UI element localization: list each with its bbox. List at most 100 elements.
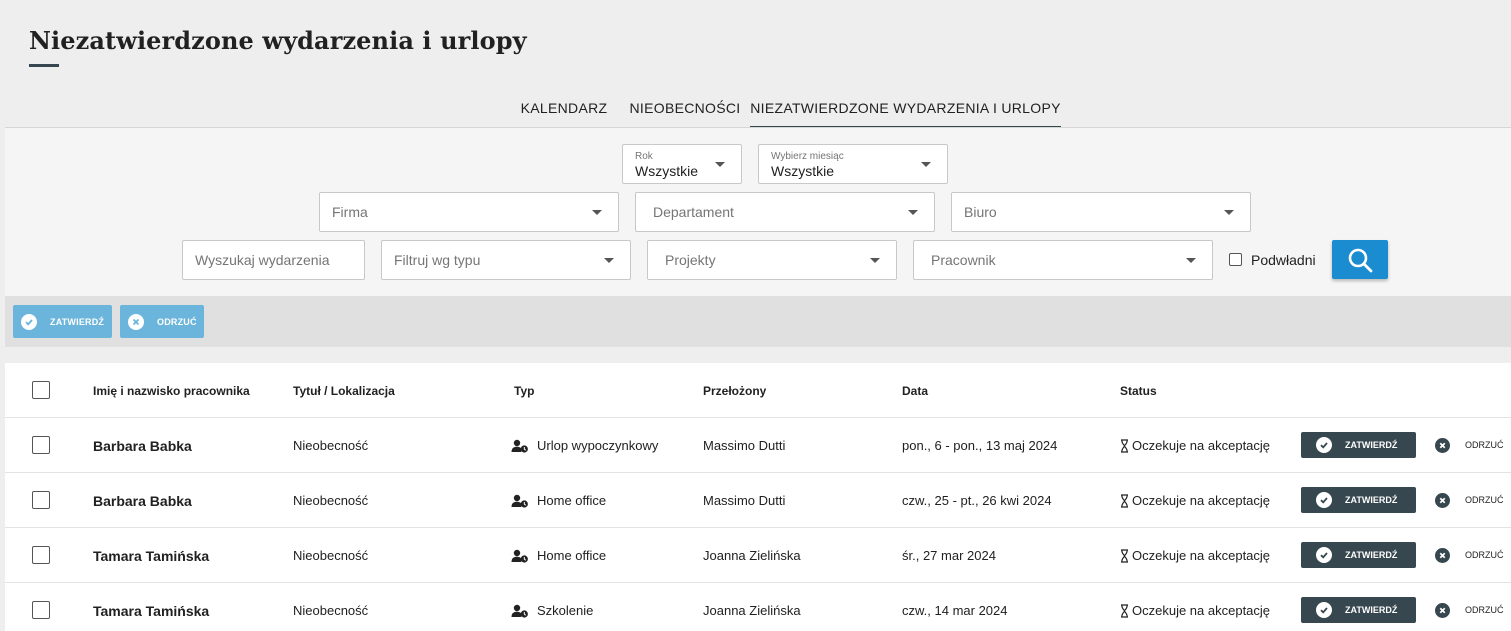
month-select-label: Wybierz miesiąc	[771, 151, 844, 162]
header-name[interactable]: Imię i nazwisko pracownika	[93, 363, 250, 418]
hourglass-icon	[1120, 548, 1129, 563]
year-select-label: Rok	[635, 151, 653, 162]
row-checkbox[interactable]	[32, 601, 50, 619]
year-select-value: Wszystkie	[635, 163, 698, 179]
user-clock-icon	[511, 494, 529, 508]
tab-bar: KALENDARZ NIEOBECNOŚCI NIEZATWIERDZONE W…	[0, 90, 1511, 128]
approve-label: ZATWIERDŹ	[1345, 495, 1398, 505]
event-type: Urlop wypoczynkowy	[537, 438, 659, 453]
table-header-row: Imię i nazwisko pracownika Tytuł / Lokal…	[5, 363, 1511, 418]
page-title: Niezatwierdzone wydarzenia i urlopy	[29, 26, 527, 55]
check-circle-icon	[21, 313, 37, 330]
row-checkbox[interactable]	[32, 546, 50, 564]
status-text: Oczekuje na akceptację	[1132, 603, 1271, 618]
status-text: Oczekuje na akceptację	[1132, 548, 1271, 563]
month-select[interactable]: Wybierz miesiąc Wszystkie	[758, 144, 948, 184]
employee-name: Barbara Babka	[93, 492, 192, 509]
reject-label: ODRZUĆ	[1465, 495, 1504, 505]
approve-label: ZATWIERDŹ	[1345, 550, 1398, 560]
department-select[interactable]: Departament	[635, 192, 935, 232]
header-date[interactable]: Data	[902, 363, 928, 418]
close-circle-icon	[1435, 492, 1450, 508]
hourglass-icon	[1120, 603, 1129, 618]
title-underline	[29, 64, 59, 67]
chevron-down-icon	[1186, 258, 1196, 263]
close-circle-icon	[1435, 547, 1450, 563]
company-select-placeholder: Firma	[332, 204, 368, 220]
office-select[interactable]: Biuro	[951, 192, 1251, 232]
header-status[interactable]: Status	[1120, 363, 1157, 418]
row-checkbox[interactable]	[32, 491, 50, 509]
search-icon	[1348, 248, 1373, 272]
office-select-placeholder: Biuro	[964, 204, 997, 220]
table-row: Barbara Babka Nieobecność Urlop wypoczynko…	[5, 418, 1511, 473]
reject-label: ODRZUĆ	[1465, 440, 1504, 450]
department-select-placeholder: Departament	[653, 204, 734, 220]
supervisor-name: Massimo Dutti	[703, 438, 786, 453]
event-type: Szkolenie	[537, 603, 594, 618]
events-table: Imię i nazwisko pracownika Tytuł / Lokal…	[5, 363, 1511, 631]
check-circle-icon	[1316, 492, 1332, 508]
event-title: Nieobecność	[293, 493, 369, 508]
event-title: Nieobecność	[293, 603, 369, 618]
approve-label: ZATWIERDŹ	[1345, 440, 1398, 450]
year-select[interactable]: Rok Wszystkie	[622, 144, 742, 184]
event-date: śr., 27 mar 2024	[902, 548, 996, 563]
bulk-approve-button[interactable]: ZATWIERDŹ	[13, 305, 112, 338]
status-text: Oczekuje na akceptację	[1132, 493, 1271, 508]
company-select[interactable]: Firma	[319, 192, 619, 232]
supervisor-name: Joanna Zielińska	[703, 548, 801, 563]
event-search-input[interactable]	[183, 241, 364, 279]
close-circle-icon	[1435, 437, 1450, 453]
subordinates-checkbox[interactable]	[1229, 253, 1242, 266]
subordinates-label: Podwładni	[1251, 252, 1316, 268]
close-circle-icon	[1435, 602, 1450, 618]
row-checkbox[interactable]	[32, 436, 50, 454]
bulk-reject-label: ODRZUĆ	[157, 316, 197, 327]
employee-select[interactable]: Pracownik	[913, 240, 1213, 280]
employee-name: Tamara Tamińska	[93, 547, 210, 564]
header-title[interactable]: Tytuł / Lokalizacja	[293, 363, 395, 418]
hourglass-icon	[1120, 438, 1129, 453]
chevron-down-icon	[715, 162, 725, 167]
chevron-down-icon	[921, 162, 931, 167]
table-row: Tamara Tamińska Nieobecność Home office Joa…	[5, 528, 1511, 583]
chevron-down-icon	[592, 210, 602, 215]
event-type: Home office	[537, 548, 607, 563]
employee-name: Barbara Babka	[93, 437, 192, 454]
header-type[interactable]: Typ	[514, 363, 534, 418]
event-type: Home office	[537, 493, 607, 508]
bulk-action-bar	[5, 296, 1511, 347]
employee-name: Tamara Tamińska	[93, 602, 210, 619]
chevron-down-icon	[604, 258, 614, 263]
reject-button[interactable]: ODRZUĆ	[1435, 435, 1504, 455]
type-filter-select[interactable]: Filtruj wg typu	[381, 240, 631, 280]
reject-button[interactable]: ODRZUĆ	[1435, 490, 1504, 510]
table-row: Barbara Babka Nieobecność Home office Massi…	[5, 473, 1511, 528]
event-date: czw., 14 mar 2024	[902, 603, 1008, 618]
type-filter-placeholder: Filtruj wg typu	[394, 252, 481, 268]
approve-button[interactable]: ZATWIERDŹ	[1301, 432, 1416, 458]
approve-button[interactable]: ZATWIERDŹ	[1301, 542, 1416, 568]
hourglass-icon	[1120, 493, 1129, 508]
chevron-down-icon	[1224, 210, 1234, 215]
search-button[interactable]	[1332, 240, 1388, 279]
bulk-reject-button[interactable]: ODRZUĆ	[120, 305, 204, 338]
check-circle-icon	[1316, 437, 1332, 453]
user-clock-icon	[511, 549, 529, 563]
check-circle-icon	[1316, 547, 1332, 563]
approve-button[interactable]: ZATWIERDŹ	[1301, 597, 1416, 623]
supervisor-name: Joanna Zielińska	[703, 603, 801, 618]
reject-label: ODRZUĆ	[1465, 605, 1504, 615]
header-supervisor[interactable]: Przełożony	[703, 363, 766, 418]
approve-button[interactable]: ZATWIERDŹ	[1301, 487, 1416, 513]
projects-select[interactable]: Projekty	[647, 240, 897, 280]
chevron-down-icon	[870, 258, 880, 263]
status-text: Oczekuje na akceptację	[1132, 438, 1271, 453]
reject-button[interactable]: ODRZUĆ	[1435, 545, 1504, 565]
tab-nieobecnosci[interactable]: NIEOBECNOŚCI	[626, 90, 744, 128]
tab-kalendarz[interactable]: KALENDARZ	[515, 90, 613, 128]
tab-niezatwierdzone[interactable]: NIEZATWIERDZONE WYDARZENIA I URLOPY	[750, 90, 1061, 128]
select-all-checkbox[interactable]	[32, 381, 50, 399]
reject-button[interactable]: ODRZUĆ	[1435, 600, 1504, 620]
